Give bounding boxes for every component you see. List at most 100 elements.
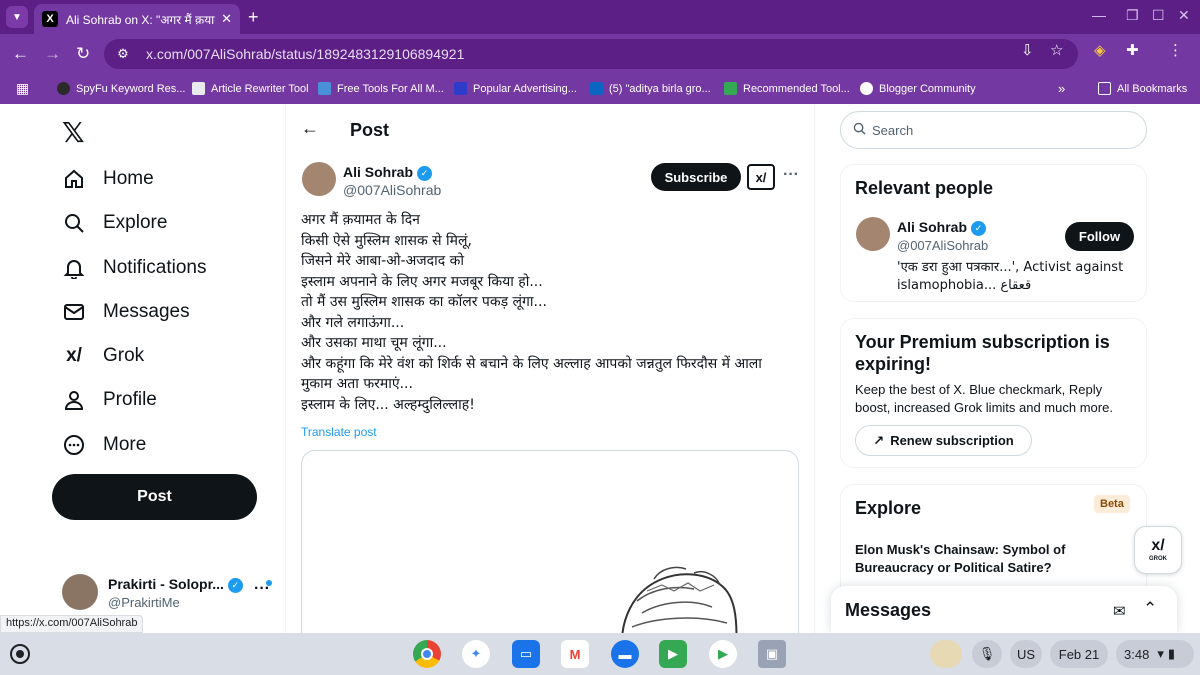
post-line: और उसका माथा चूम लूंगा... (301, 335, 447, 351)
more-bookmarks-icon[interactable]: » (1058, 81, 1065, 96)
tab-search-chevron-icon[interactable]: ▼ (6, 6, 28, 28)
account-switcher[interactable]: Prakirti - Solopr... ✓ @PrakirtiMe ··· (62, 574, 277, 614)
minimize-icon[interactable]: — (1092, 7, 1106, 23)
gemini-icon[interactable]: ✦ (462, 640, 490, 668)
apps-grid-icon[interactable]: ▦ (16, 80, 29, 97)
back-icon[interactable]: ← (12, 44, 29, 64)
browser-tab[interactable]: X Ali Sohrab on X: "अगर मैं क़यामत ✕ (34, 4, 240, 34)
account-name-row: Prakirti - Solopr... ✓ (108, 576, 243, 593)
author-handle[interactable]: @007AliSohrab (343, 182, 441, 198)
relevant-people-card: Relevant people Ali Sohrab ✓ @007AliSohra… (840, 164, 1147, 302)
date-tray[interactable]: Feb 21 (1050, 640, 1108, 668)
premium-body-line: boost, increased Grok limits and much mo… (855, 400, 1113, 415)
play-store-icon[interactable]: ▶ (709, 640, 737, 668)
premium-body-line: Keep the best of X. Blue checkmark, Repl… (855, 382, 1103, 397)
follow-button[interactable]: Follow (1065, 222, 1134, 251)
arrow-up-right-icon: ↗ (873, 432, 885, 448)
x-logo-icon[interactable]: 𝕏 (62, 116, 85, 149)
relevant-bio-line: islamophobia... قعقاع (897, 278, 1032, 293)
bookmark-star-icon[interactable]: ☆ (1050, 41, 1063, 59)
messages-app-icon[interactable]: ▬ (611, 640, 639, 668)
nav-notifications[interactable]: Notifications (62, 256, 207, 280)
back-arrow-icon[interactable]: ← (301, 118, 319, 139)
relevant-bio: 'एक डरा हुआ पत्रकार...', Activist agains… (897, 259, 1123, 295)
avatar (62, 574, 98, 610)
bookmark-popular-advertising[interactable]: Popular Advertising... (454, 82, 577, 95)
messages-drawer[interactable]: Messages ✉ ⌃ (831, 586, 1177, 633)
bookmark-favicon-icon (192, 82, 205, 95)
post-more-icon[interactable]: ··· (783, 166, 799, 184)
wifi-icon: ▾ (1157, 646, 1164, 661)
account-name: Prakirti - Solopr... (108, 576, 224, 592)
status-tray[interactable]: 3:48 ▾ ▮ (1116, 640, 1194, 668)
all-bookmarks[interactable]: All Bookmarks (1098, 82, 1187, 95)
extension-badge-icon[interactable]: ◈ (1094, 41, 1106, 59)
relevant-name-row[interactable]: Ali Sohrab ✓ (897, 219, 987, 236)
nav-more-label: More (103, 434, 147, 455)
float-window-icon[interactable]: ❐ (1126, 7, 1139, 24)
new-message-icon[interactable]: ✉ (1113, 602, 1126, 620)
address-bar[interactable]: ⚙ x.com/007AliSohrab/status/189248312910… (104, 39, 1078, 69)
gmail-icon[interactable]: M (561, 640, 589, 668)
nav-messages-label: Messages (103, 301, 190, 322)
meet-icon[interactable]: ▶ (659, 640, 687, 668)
bookmark-favicon-icon (57, 82, 70, 95)
relevant-avatar[interactable] (856, 217, 890, 251)
site-info-icon[interactable]: ⚙ (114, 45, 132, 63)
microphone-icon[interactable]: 🎙 (972, 640, 1002, 668)
relevant-handle[interactable]: @007AliSohrab (897, 238, 988, 253)
relevant-name: Ali Sohrab (897, 219, 968, 235)
url-text: x.com/007AliSohrab/status/18924831291068… (146, 46, 465, 62)
author-avatar[interactable] (302, 162, 336, 196)
nav-messages[interactable]: Messages (62, 300, 190, 324)
launcher-icon[interactable] (10, 644, 30, 664)
bookmark-linkedin[interactable]: (5) "aditya birla gro... (590, 82, 711, 95)
chrome-icon[interactable] (413, 640, 441, 668)
bookmark-recommended-tools[interactable]: Recommended Tool... (724, 82, 850, 95)
post-image[interactable] (301, 450, 799, 633)
subscribe-button[interactable]: Subscribe (651, 163, 741, 191)
renew-subscription-button[interactable]: ↗ Renew subscription (855, 425, 1032, 456)
linkedin-icon (590, 82, 603, 95)
nav-explore-label: Explore (103, 212, 168, 233)
bookmark-free-tools[interactable]: Free Tools For All M... (318, 82, 444, 95)
install-app-icon[interactable]: ⇩ (1021, 41, 1034, 59)
extensions-puzzle-icon[interactable]: ✚ (1126, 41, 1139, 59)
profile-tray-icon[interactable] (930, 640, 962, 668)
app-window-icon[interactable]: ▣ (758, 640, 786, 668)
post-line: अगर मैं क़यामत के दिन (301, 212, 420, 228)
tab-close-icon[interactable]: ✕ (221, 11, 232, 27)
nav-home[interactable]: Home (62, 167, 154, 191)
nav-more[interactable]: More (62, 433, 146, 457)
nav-profile[interactable]: Profile (62, 388, 157, 412)
bookmark-spyfu[interactable]: SpyFu Keyword Res... (57, 82, 185, 95)
bookmark-article-rewriter[interactable]: Article Rewriter Tool (192, 82, 309, 95)
grok-floating-button[interactable]: x/ GROK (1134, 526, 1182, 574)
page-title: Post (350, 120, 390, 140)
bookmark-favicon-icon (318, 82, 331, 95)
reload-icon[interactable]: ↻ (76, 44, 90, 64)
author-name-row[interactable]: Ali Sohrab ✓ (343, 164, 433, 181)
home-icon (62, 167, 86, 191)
post-line: किसी ऐसे मुस्लिम शासक से मिलूं, (301, 232, 472, 249)
post-line: तो मैं उस मुस्लिम शासक का कॉलर पकड़ लूंग… (301, 294, 547, 310)
nav-grok[interactable]: x/ Grok (62, 344, 144, 368)
link-status-bar: https://x.com/007AliSohrab (0, 615, 144, 633)
grok-explain-icon[interactable]: x/ (747, 164, 775, 190)
new-tab-icon[interactable]: + (248, 7, 259, 28)
translate-post-link[interactable]: Translate post (301, 425, 377, 439)
files-icon[interactable]: ▭ (512, 640, 540, 668)
search-input[interactable]: Search (840, 111, 1147, 149)
browser-menu-icon[interactable]: ⋮ (1168, 41, 1183, 59)
maximize-icon[interactable]: ☐ (1152, 7, 1165, 24)
expand-chevron-icon[interactable]: ⌃ (1143, 599, 1157, 619)
nav-explore[interactable]: Explore (62, 211, 167, 235)
explore-headline-line: Elon Musk's Chainsaw: Symbol of (855, 542, 1066, 557)
input-language[interactable]: US (1010, 640, 1042, 668)
forward-icon[interactable]: → (44, 44, 61, 64)
explore-headline[interactable]: Elon Musk's Chainsaw: Symbol of Bureaucr… (855, 541, 1065, 577)
premium-title-line: expiring! (855, 354, 932, 374)
post-button[interactable]: Post (52, 474, 257, 520)
bookmark-blogger-community[interactable]: Blogger Community (860, 82, 976, 95)
close-window-icon[interactable]: ✕ (1178, 7, 1190, 24)
